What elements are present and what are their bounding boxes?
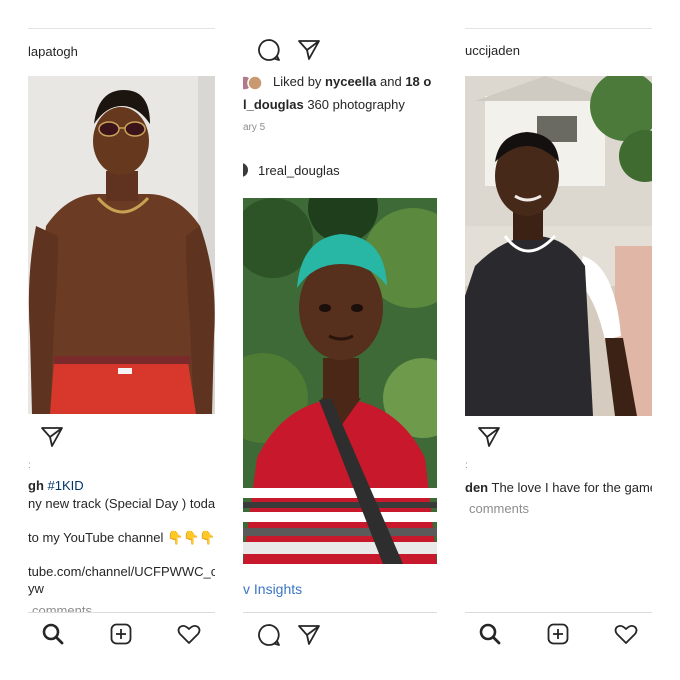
post-photo[interactable] <box>28 76 215 414</box>
liked-by-label: Liked by <box>273 74 322 89</box>
caption: den The love I have for the game <box>465 480 652 495</box>
action-bar <box>243 612 437 652</box>
liked-by-username[interactable]: nyceella <box>325 74 376 89</box>
comment-icon[interactable] <box>257 623 281 647</box>
caption-text: to my YouTube channel <box>28 530 164 545</box>
heart-icon[interactable] <box>177 623 201 645</box>
bottom-nav <box>28 612 215 652</box>
caption-url-continued: yw <box>28 581 44 596</box>
post-date: ary 5 <box>243 122 266 133</box>
add-post-icon[interactable] <box>110 623 132 645</box>
share-icon[interactable] <box>297 624 321 646</box>
heart-icon[interactable] <box>614 623 638 645</box>
liked-by-line: Liked by nyceella and 18 o <box>273 74 431 89</box>
caption-text: The love I have for the game <box>491 480 652 495</box>
post-username[interactable]: 1real_douglas <box>258 163 340 178</box>
post-panel-1real-douglas: Liked by nyceella and 18 o l_douglas 360… <box>243 28 437 652</box>
share-icon[interactable] <box>40 426 64 448</box>
photo-smiling-man-jersey <box>465 76 652 416</box>
liker-avatars <box>243 75 265 91</box>
photo-shirtless-man-sunglasses <box>28 76 215 414</box>
liked-by-and: and <box>380 74 402 89</box>
add-post-icon[interactable] <box>547 623 569 645</box>
caption-url[interactable]: tube.com/channel/UCFPWWC_c <box>28 564 215 579</box>
post-panel-lapatogh: lapatogh : gh #1KID ny new track (Specia… <box>28 28 215 652</box>
post-panel-uccijaden: uccijaden: den The love I have for the … <box>465 28 652 652</box>
avatar[interactable] <box>243 162 249 178</box>
caption-hashtag[interactable]: #1KID <box>48 478 84 493</box>
post-photo[interactable] <box>465 76 652 416</box>
caption-line-1: gh #1KID <box>28 478 84 493</box>
divider <box>465 28 652 29</box>
bottom-nav <box>465 612 652 652</box>
view-comments[interactable]: comments <box>469 501 529 516</box>
caption-username[interactable]: gh <box>28 478 44 493</box>
caption-username[interactable]: l_douglas <box>243 97 304 112</box>
search-icon[interactable] <box>42 623 64 645</box>
share-icon[interactable] <box>477 426 501 448</box>
search-icon[interactable] <box>479 623 501 645</box>
divider <box>28 28 215 29</box>
caption-text: 360 photography <box>307 97 405 112</box>
dot-marker: : <box>28 460 31 471</box>
share-icon[interactable] <box>297 39 321 61</box>
comment-icon[interactable] <box>257 38 281 62</box>
view-insights-link[interactable]: v Insights <box>243 581 302 597</box>
post-username[interactable]: lapatogh <box>28 44 78 59</box>
post-username[interactable]: uccijaden <box>465 43 520 58</box>
caption-line-2: ny new track (Special Day ) today <box>28 496 215 511</box>
emoji-hands: 👇👇👇 <box>167 530 215 545</box>
post-photo[interactable] <box>243 198 437 564</box>
caption: l_douglas 360 photography <box>243 97 405 112</box>
caption-username[interactable]: den <box>465 480 488 495</box>
photo-teal-hair-boy <box>243 198 437 564</box>
liked-by-others[interactable]: 18 o <box>405 74 431 89</box>
caption-line-3: to my YouTube channel 👇👇👇 <box>28 530 215 546</box>
dot-marker: : <box>465 460 468 471</box>
